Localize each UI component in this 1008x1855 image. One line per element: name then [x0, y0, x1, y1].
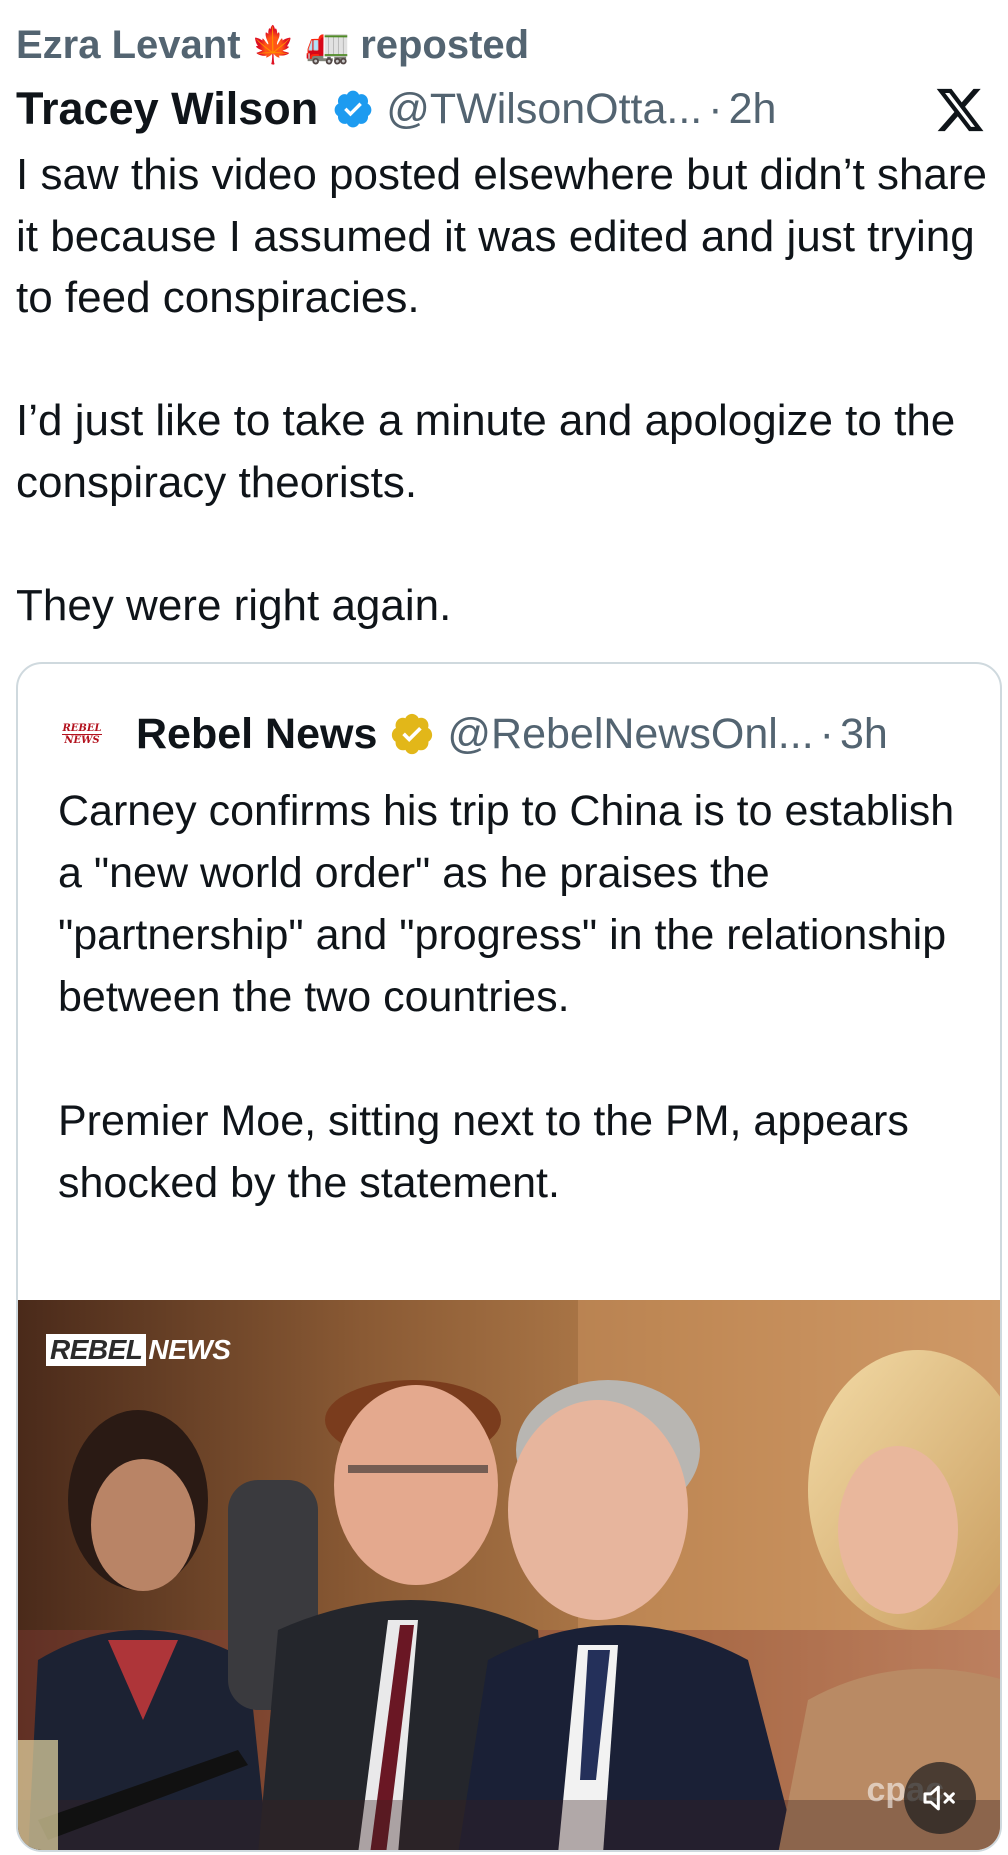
tweet-paragraph: I saw this video posted elsewhere but di…: [16, 150, 988, 322]
speaker-muted-icon: [923, 1785, 955, 1811]
video-frame: [18, 1300, 1000, 1850]
repost-user[interactable]: Ezra Levant: [16, 23, 241, 68]
timestamp[interactable]: 2h: [729, 85, 777, 134]
avatar[interactable]: REBEL NEWS: [58, 717, 106, 751]
verified-badge-gold-icon: [392, 713, 433, 755]
author-name[interactable]: Tracey Wilson: [16, 83, 318, 135]
author-handle[interactable]: @TWilsonOtta...: [386, 85, 702, 134]
maple-leaf-emoji-icon: 🍁: [250, 24, 296, 65]
truck-emoji-icon: 🚛: [305, 24, 351, 65]
separator-dot: ·: [708, 84, 723, 133]
tweet-header: Tracey Wilson @TWilsonOtta... · 2h: [16, 80, 992, 138]
quoted-paragraph: Premier Moe, sitting next to the PM, app…: [58, 1097, 909, 1207]
quoted-timestamp[interactable]: 3h: [840, 710, 888, 759]
tweet-paragraph: They were right again.: [16, 580, 452, 630]
repost-indicator[interactable]: Ezra Levant 🍁 🚛 reposted: [16, 18, 529, 72]
x-logo-icon[interactable]: [934, 84, 986, 136]
avatar-text-bottom: NEWS: [64, 734, 100, 746]
watermark-part-a: REBEL: [46, 1334, 147, 1366]
repost-label: reposted: [360, 22, 530, 67]
quoted-author-name[interactable]: Rebel News: [136, 710, 377, 759]
quoted-tweet-text: Carney confirms his trip to China is to …: [58, 780, 978, 1214]
watermark-part-b: NEWS: [148, 1334, 231, 1365]
video-player[interactable]: REBEL NEWS cpac: [18, 1300, 1000, 1850]
quoted-author-handle[interactable]: @RebelNewsOnl...: [447, 710, 813, 759]
quoted-paragraph: Carney confirms his trip to China is to …: [58, 787, 955, 1021]
tweet-paragraph: I’d just like to take a minute and apolo…: [16, 396, 956, 507]
video-watermark: REBEL NEWS: [46, 1334, 231, 1366]
verified-badge-blue-icon: [334, 90, 372, 128]
quoted-tweet-header: REBEL NEWS Rebel News @RebelNewsOnl... ·…: [58, 706, 888, 762]
quoted-tweet-card[interactable]: REBEL NEWS Rebel News @RebelNewsOnl... ·…: [16, 662, 1002, 1852]
separator-dot: ·: [819, 709, 834, 758]
unmute-button[interactable]: [904, 1762, 976, 1834]
tweet-text: I saw this video posted elsewhere but di…: [16, 144, 996, 636]
avatar-text-top: REBEL: [62, 722, 102, 735]
